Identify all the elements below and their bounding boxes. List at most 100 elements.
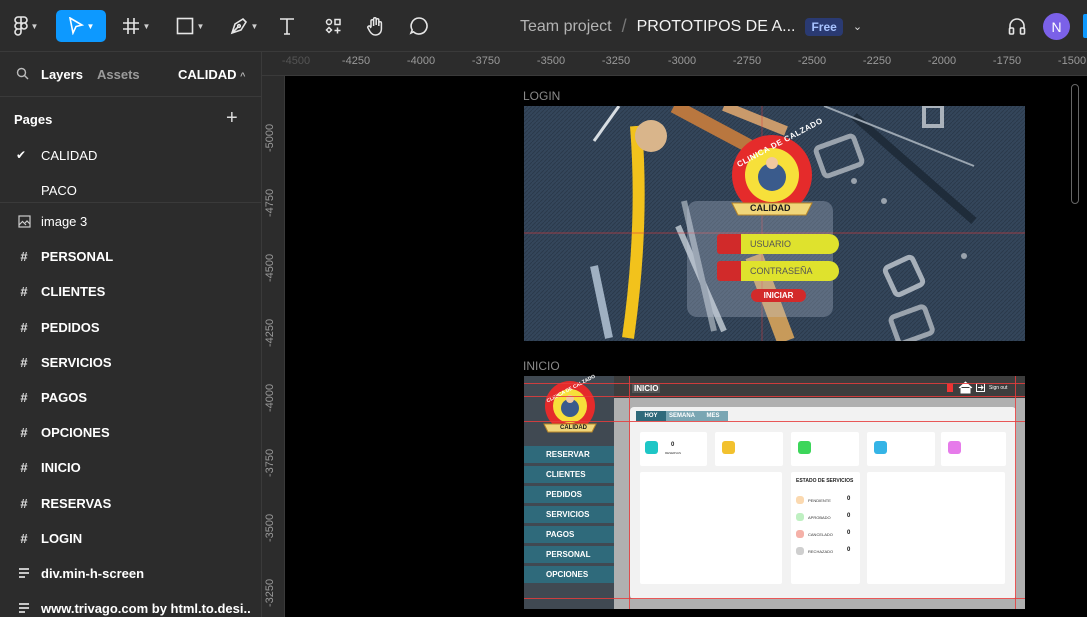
main-menu-button[interactable]: ▼	[8, 10, 44, 42]
resources-button[interactable]	[318, 10, 348, 42]
id-card-icon	[717, 234, 741, 254]
logo-banner: CALIDAD	[750, 203, 791, 213]
shape-tool-button[interactable]: ▼	[168, 10, 212, 42]
page-item-paco[interactable]: PACO	[0, 175, 262, 205]
stat-card[interactable]	[867, 432, 935, 466]
hand-icon	[367, 17, 383, 36]
stat-label: RESERVAS	[665, 451, 682, 455]
logo-banner: CALIDAD	[560, 425, 587, 431]
vertical-scrollbar[interactable]	[1071, 84, 1079, 204]
ruler-tick: -3500	[536, 55, 566, 67]
text-icon	[280, 18, 294, 35]
chevron-down-icon: ▼	[30, 21, 39, 31]
nav-item-pedidos[interactable]: PEDIDOS	[524, 486, 614, 503]
ruler-tick: -4500	[281, 55, 311, 67]
contrasena-field[interactable]: CONTRASEÑA	[717, 261, 839, 281]
tab-assets[interactable]: Assets	[97, 67, 140, 82]
layer-reservas[interactable]: # RESERVAS	[0, 488, 262, 518]
text-tool-button[interactable]	[272, 10, 302, 42]
layer-image-3[interactable]: image 3	[0, 206, 262, 236]
layer-trivago[interactable]: www.trivago.com by html.to.desi...	[0, 593, 262, 617]
plan-badge[interactable]: Free	[805, 17, 843, 36]
tab-semana[interactable]: SEMANA	[666, 411, 698, 421]
autolayout-icon	[16, 600, 32, 616]
horizontal-ruler: -4500 -4250 -4000 -3750 -3500 -3250 -300…	[262, 52, 1087, 76]
tab-mes[interactable]: MES	[698, 411, 728, 421]
layer-div-min-h-screen[interactable]: div.min-h-screen	[0, 558, 262, 588]
layer-pedidos[interactable]: # PEDIDOS	[0, 312, 262, 342]
frame-label-inicio[interactable]: INICIO	[523, 359, 560, 373]
layer-pagos[interactable]: # PAGOS	[0, 382, 262, 412]
autolayout-icon	[16, 565, 32, 581]
nav-item-personal[interactable]: PERSONAL	[524, 546, 614, 563]
status-label: PENDIENTE	[808, 498, 831, 503]
layer-label: div.min-h-screen	[41, 565, 145, 581]
nav-item-servicios[interactable]: SERVICIOS	[524, 506, 614, 523]
layer-personal[interactable]: # PERSONAL	[0, 241, 262, 271]
move-tool-button[interactable]: ▼	[56, 10, 106, 42]
toolbar: ▼ ▼ ▼ ▼ ▼ Team project / PROTOTIPOS DE A…	[0, 0, 1087, 52]
ruler-tick: -4750	[264, 188, 276, 217]
ruler-tick: -4000	[264, 383, 276, 412]
pointer-icon	[68, 17, 84, 35]
comment-icon	[409, 17, 428, 35]
frame-icon: #	[20, 283, 28, 299]
layer-label: CLIENTES	[41, 283, 106, 299]
add-page-button[interactable]: +	[226, 108, 238, 128]
layer-opciones[interactable]: # OPCIONES	[0, 417, 262, 447]
audio-button[interactable]	[1002, 10, 1032, 42]
file-name[interactable]: PROTOTIPOS DE A...	[637, 18, 796, 36]
tab-layers[interactable]: Layers	[41, 67, 83, 82]
chevron-down-icon: ▼	[142, 21, 151, 31]
ruler-tick: -2000	[927, 55, 957, 67]
share-button-edge[interactable]	[1083, 14, 1087, 38]
nav-item-pagos[interactable]: PAGOS	[524, 526, 614, 543]
comment-tool-button[interactable]	[404, 10, 434, 42]
stat-card[interactable]	[941, 432, 1006, 466]
figma-logo-icon	[13, 16, 28, 36]
avatar[interactable]: N	[1043, 13, 1070, 40]
signout-link[interactable]: Sign out	[989, 385, 1007, 391]
pages-header[interactable]: Pages	[14, 112, 52, 127]
stat-icon	[874, 441, 887, 454]
contrasena-placeholder: CONTRASEÑA	[750, 266, 813, 276]
stat-card[interactable]	[791, 432, 859, 466]
page-item-calidad[interactable]: ✔ CALIDAD	[0, 140, 262, 170]
usuario-field[interactable]: USUARIO	[717, 234, 839, 254]
nav-item-clientes[interactable]: CLIENTES	[524, 466, 614, 483]
page-label: CALIDAD	[41, 147, 98, 163]
rectangle-icon	[176, 17, 193, 35]
pen-tool-button[interactable]: ▼	[222, 10, 266, 42]
ruler-tick: -2750	[732, 55, 762, 67]
layer-clientes[interactable]: # CLIENTES	[0, 276, 262, 306]
ruler-tick: -3750	[264, 448, 276, 477]
tab-hoy[interactable]: HOY	[636, 411, 666, 421]
layer-label: INICIO	[41, 459, 81, 475]
stat-card[interactable]	[715, 432, 783, 466]
frame-icon: #	[20, 354, 28, 370]
nav-item-opciones[interactable]: OPCIONES	[524, 566, 614, 583]
layer-label: www.trivago.com by html.to.desi...	[41, 600, 251, 616]
lock-icon	[717, 261, 741, 281]
figma-window: ▼ ▼ ▼ ▼ ▼ Team project / PROTOTIPOS DE A…	[0, 0, 1087, 617]
frame-icon: #	[20, 459, 28, 475]
status-value: 0	[847, 530, 851, 536]
stat-card-reservas[interactable]: 0 RESERVAS	[640, 432, 707, 466]
frame-tool-button[interactable]: ▼	[114, 10, 158, 42]
stat-icon	[798, 441, 811, 454]
search-icon[interactable]	[16, 67, 29, 80]
iniciar-button[interactable]: INICIAR	[751, 289, 806, 302]
nav-item-reservar[interactable]: RESERVAR	[524, 446, 614, 463]
page-selector[interactable]: CALIDAD ^	[178, 67, 245, 82]
hand-tool-button[interactable]	[360, 10, 390, 42]
file-menu-chevron-icon[interactable]: ⌄	[853, 20, 862, 33]
status-label: CANCELADO	[808, 532, 833, 537]
signout-icon[interactable]	[976, 383, 985, 392]
team-link[interactable]: Team project	[520, 18, 612, 36]
layer-servicios[interactable]: # SERVICIOS	[0, 347, 262, 377]
layer-login[interactable]: # LOGIN	[0, 523, 262, 553]
layer-label: LOGIN	[41, 530, 83, 546]
layer-inicio[interactable]: # INICIO	[0, 452, 262, 482]
frame-icon: #	[20, 495, 28, 511]
frame-label-login[interactable]: LOGIN	[523, 89, 560, 103]
